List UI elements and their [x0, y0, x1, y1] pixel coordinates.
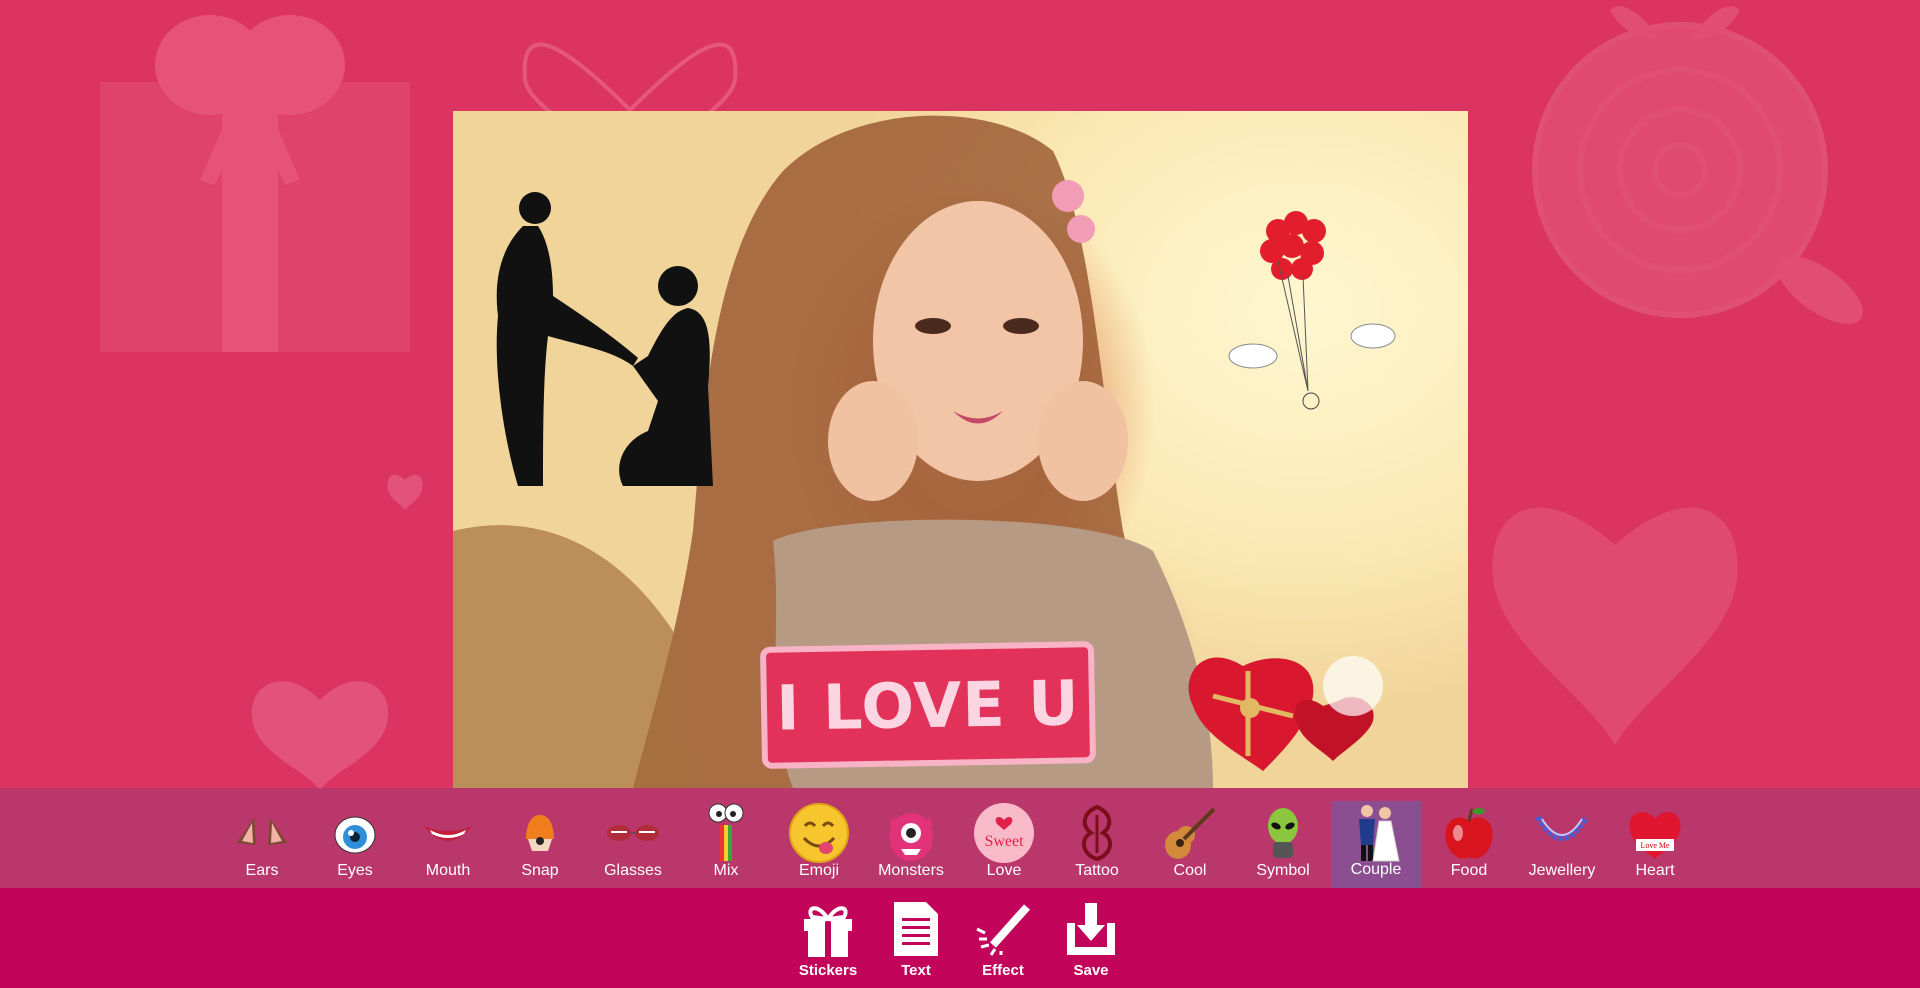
love-icon: Sweet — [973, 802, 1035, 864]
monster-icon — [880, 802, 942, 864]
sticker-category-label: Snap — [521, 862, 559, 879]
tool-label: Text — [901, 962, 931, 979]
sticker-category-label: Food — [1450, 862, 1488, 879]
svg-text:Love Me: Love Me — [1640, 841, 1670, 850]
svg-text:Sweet: Sweet — [984, 833, 1024, 850]
sticker-category-snap[interactable]: Snap — [495, 802, 585, 888]
sticker-category-glasses[interactable]: Glasses — [588, 802, 678, 888]
sticker-category-jewellery[interactable]: Jewellery — [1517, 802, 1607, 888]
sticker-category-label: Glasses — [604, 862, 662, 879]
sticker-category-symbol[interactable]: Symbol — [1238, 802, 1328, 888]
sticker-category-label: Monsters — [878, 862, 944, 879]
balloons-sticker[interactable] — [1228, 201, 1398, 421]
sticker-category-ears[interactable]: Ears — [217, 802, 307, 888]
sticker-category-mix[interactable]: Mix — [681, 802, 771, 888]
heart-icon: Love Me — [1624, 802, 1686, 864]
sticker-category-label: Eyes — [337, 862, 373, 879]
sticker-category-eyes[interactable]: Eyes — [310, 802, 400, 888]
sticker-category-heart[interactable]: Love Me Heart — [1610, 802, 1700, 888]
sticker-category-food[interactable]: Food — [1424, 802, 1514, 888]
download-icon — [1061, 896, 1121, 962]
text-button[interactable]: Text — [876, 896, 956, 988]
sticker-category-love[interactable]: Sweet Love — [959, 802, 1049, 888]
sticker-category-bar: Ears Eyes Mouth Snap Glasses Mix Emoji Monsters… — [0, 788, 1920, 889]
i-love-u-sticker[interactable]: I LOVE U — [759, 641, 1097, 769]
sticker-category-mouth[interactable]: Mouth — [403, 802, 493, 888]
tool-label: Effect — [982, 962, 1024, 979]
save-button[interactable]: Save — [1051, 896, 1131, 988]
sticker-category-label: Ears — [245, 862, 279, 879]
sticker-category-label: Mouth — [425, 862, 471, 879]
sticker-category-label: Couple — [1350, 861, 1402, 878]
sticker-category-label: Symbol — [1256, 862, 1310, 879]
mouth-icon — [417, 802, 479, 864]
apple-icon — [1438, 802, 1500, 864]
sticker-category-couple[interactable]: Couple — [1331, 801, 1421, 889]
heart-gift-box-sticker[interactable] — [1173, 646, 1423, 776]
glasses-icon — [602, 802, 664, 864]
sticker-category-monsters[interactable]: Monsters — [866, 802, 956, 888]
ears-icon — [231, 802, 293, 864]
emoji-icon — [788, 802, 850, 864]
sticker-category-label: Love — [986, 862, 1022, 879]
tool-label: Stickers — [798, 962, 858, 979]
couple-icon — [1345, 801, 1407, 863]
magic-wand-icon — [973, 896, 1033, 962]
sticker-category-label: Tattoo — [1075, 862, 1119, 879]
sticker-category-label: Mix — [713, 862, 739, 879]
tool-label: Save — [1073, 962, 1109, 979]
sticker-category-tattoo[interactable]: Tattoo — [1052, 802, 1142, 888]
sticker-category-label: Emoji — [798, 862, 839, 879]
banner-text: I LOVE U — [775, 665, 1081, 745]
document-icon — [886, 896, 946, 962]
snap-icon — [509, 802, 571, 864]
couple-silhouette-sticker[interactable] — [473, 186, 718, 491]
gift-icon — [798, 896, 858, 962]
guitar-icon — [1159, 802, 1221, 864]
stickers-button[interactable]: Stickers — [788, 896, 868, 988]
sticker-category-label: Jewellery — [1528, 862, 1596, 879]
photo-canvas[interactable]: I LOVE U — [453, 111, 1468, 788]
tattoo-icon — [1066, 802, 1128, 864]
sticker-category-emoji[interactable]: Emoji — [774, 802, 864, 888]
alien-icon — [1252, 802, 1314, 864]
sticker-category-cool[interactable]: Cool — [1145, 802, 1235, 888]
necklace-icon — [1531, 802, 1593, 864]
eyes-icon — [324, 802, 386, 864]
mix-icon — [695, 802, 757, 864]
effect-button[interactable]: Effect — [963, 896, 1043, 988]
bottom-toolbar: Stickers Text Effect Save — [0, 888, 1920, 988]
sticker-category-label: Heart — [1635, 862, 1675, 879]
sticker-category-label: Cool — [1173, 862, 1207, 879]
